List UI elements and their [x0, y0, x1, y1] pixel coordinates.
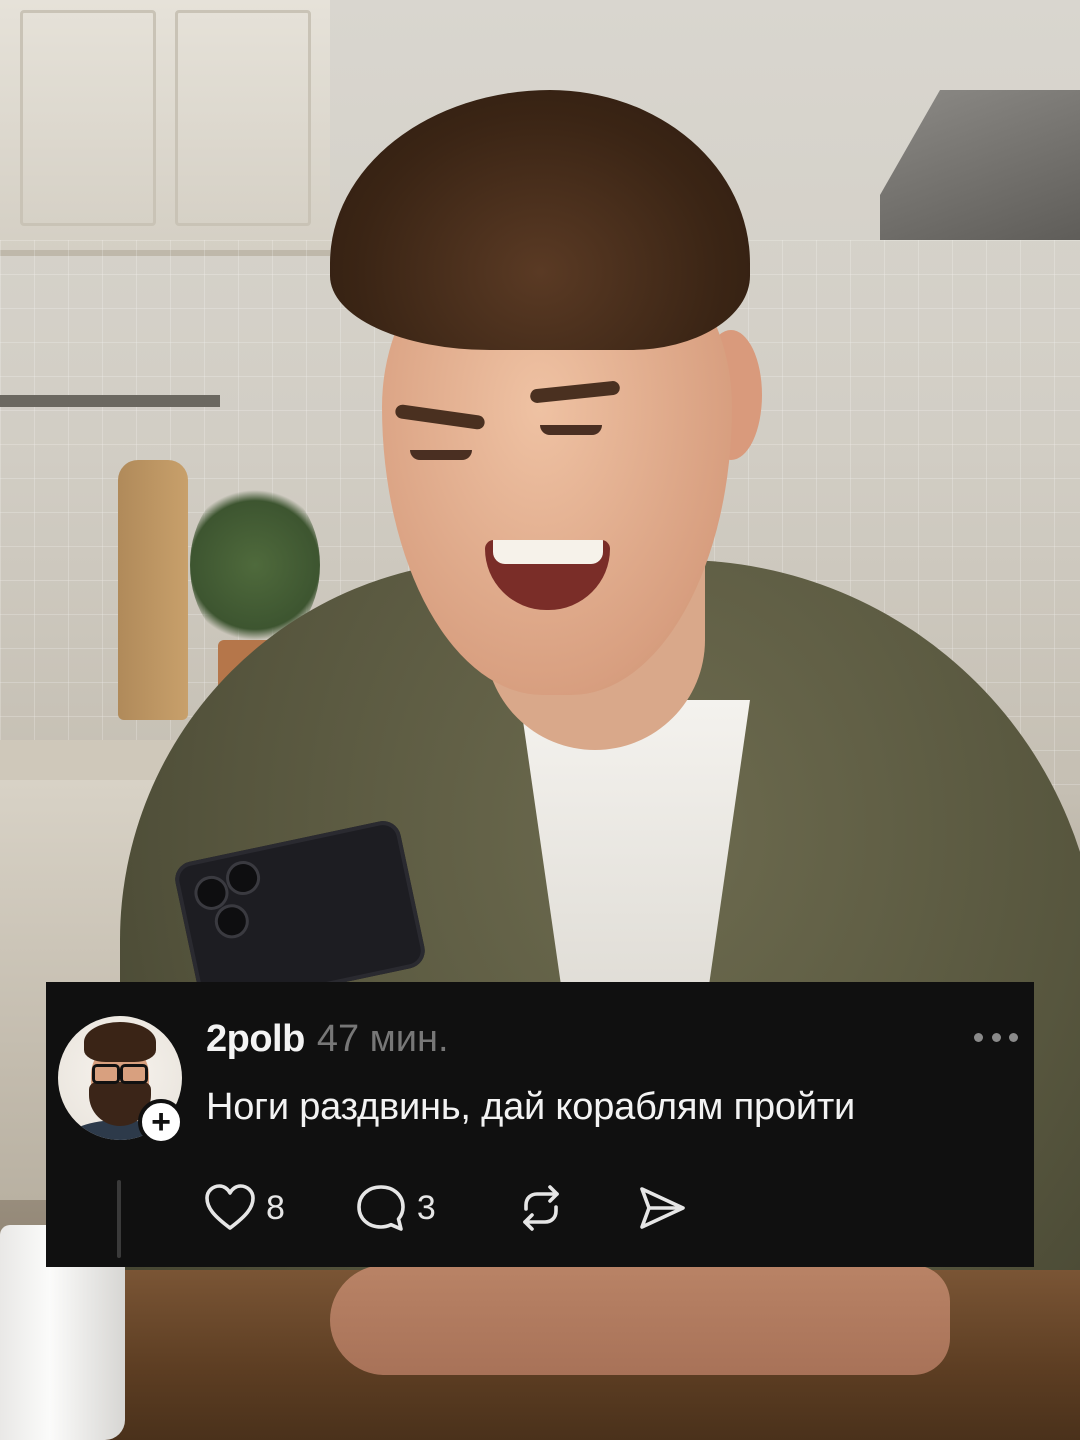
person-hair [330, 90, 750, 350]
like-button[interactable]: 8 [204, 1184, 285, 1232]
post-time: 47 мин. [316, 1018, 449, 1060]
repost-button[interactable] [516, 1183, 566, 1233]
follow-button[interactable]: + [138, 1099, 184, 1145]
share-button[interactable] [636, 1183, 688, 1233]
dot [991, 1032, 1001, 1042]
more-dots-icon[interactable] [974, 1030, 1018, 1044]
like-count: 8 [266, 1188, 285, 1227]
avatar-glasses [92, 1064, 148, 1084]
range-hood [880, 90, 1080, 240]
comment-icon [357, 1185, 405, 1231]
person-eye [410, 450, 472, 460]
post-header: 2polb 47 мин. [206, 1018, 449, 1064]
heart-icon [205, 1184, 255, 1230]
avatar-hair [84, 1022, 156, 1062]
kitchen-cabinet [0, 0, 330, 256]
comment-count: 3 [416, 1188, 436, 1227]
utensil-rail [0, 395, 220, 407]
repost-icon [523, 1185, 559, 1231]
action-bar: 8 3 [204, 1180, 688, 1236]
cutting-board [118, 460, 188, 720]
comment-button[interactable]: 3 [355, 1183, 436, 1233]
post-card: + 2polb 47 мин. Ноги раздвинь, дай кораб… [46, 982, 1034, 1267]
username[interactable]: 2polb [206, 1018, 305, 1061]
dot [1009, 1032, 1018, 1042]
camera-lens [222, 857, 264, 899]
thread-line [117, 1180, 121, 1258]
plus-icon: + [151, 1103, 171, 1141]
post-text: Ноги раздвинь, дай кораблям пройти [206, 1086, 856, 1128]
person-arm [330, 1265, 950, 1375]
dot [974, 1032, 983, 1042]
person-eye [540, 425, 602, 435]
send-icon [640, 1187, 685, 1229]
